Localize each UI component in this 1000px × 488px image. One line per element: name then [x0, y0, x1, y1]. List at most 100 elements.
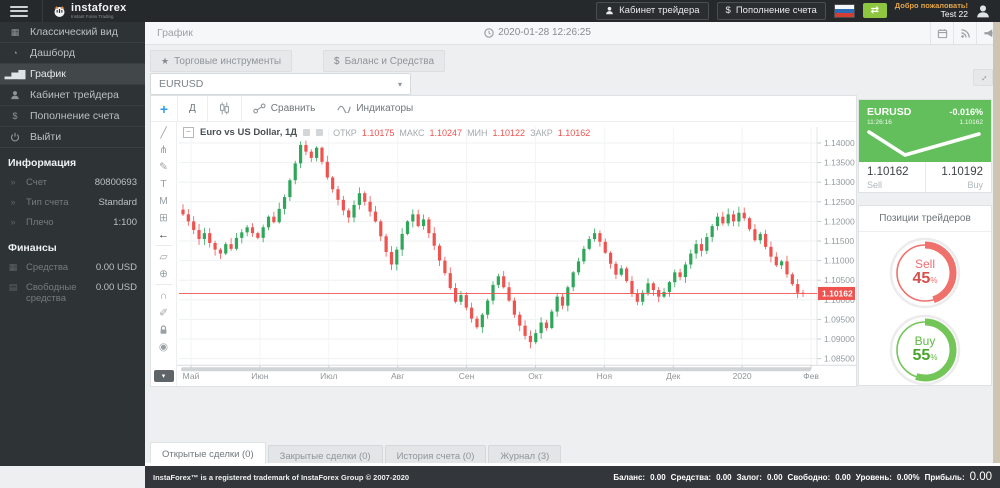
График-icon: ▂▅▇: [0, 69, 30, 80]
quote-symbol: EURUSD: [867, 106, 911, 119]
row-bullet-icon: »: [0, 177, 26, 187]
ohlc-value: 1.10247: [430, 128, 463, 138]
magnet-tool[interactable]: ∩: [151, 287, 176, 304]
sidebar-info-row: ▤Свободные средства0.00 USD: [0, 278, 145, 310]
sidebar-item-4[interactable]: $Пополнение счета: [0, 106, 145, 127]
x-axis-label: Июл: [320, 371, 337, 381]
chart-legend-title: Euro vs US Dollar, 1Д: [200, 127, 297, 138]
positions-title: Позиции трейдеров: [859, 206, 991, 232]
arrow-tool-tool[interactable]: ←: [151, 226, 176, 243]
stat-value: 0.00: [767, 473, 783, 482]
sidebar-info-row: »Счет80800693: [0, 173, 145, 193]
deposit-button[interactable]: $ Пополнение счета: [717, 2, 826, 20]
sell-price: 1.10162: [867, 166, 917, 180]
tool-divider: [156, 284, 172, 285]
xabcd-pattern-tool[interactable]: M: [151, 192, 176, 209]
sidebar-item-5[interactable]: Выйти: [0, 127, 145, 148]
row-bullet-icon: ▦: [0, 262, 26, 273]
last-price-tag: 1.10162: [822, 288, 853, 298]
logo-tagline: Instant Forex Trading: [71, 15, 127, 20]
crosshair-tool[interactable]: +: [151, 96, 178, 121]
sidebar-item-0[interactable]: ▦Классический вид: [0, 22, 145, 43]
x-axis-label: Май: [183, 371, 200, 381]
row-value: 1:100: [113, 217, 137, 228]
chart-scrollbar[interactable]: [181, 367, 811, 371]
chart-style-button[interactable]: [208, 96, 241, 121]
brush-tool[interactable]: ✎: [151, 158, 176, 175]
forecast-tool[interactable]: ⊞: [151, 209, 176, 226]
language-flag-button[interactable]: [834, 4, 855, 18]
buy-label: Buy: [934, 180, 984, 190]
sell-quote-button[interactable]: 1.10162 Sell: [859, 162, 925, 192]
quote-card: EURUSD -0.016% 11:26:16 1.10162 1.10162 …: [858, 99, 992, 193]
x-axis-label: Ноя: [597, 371, 613, 381]
trend-line-tool[interactable]: ╱: [151, 124, 176, 141]
datetime-text: 2020-01-28 12:26:25: [498, 27, 591, 38]
price-chart[interactable]: 1.140001.135001.130001.125001.120001.115…: [177, 121, 856, 386]
compare-button[interactable]: Сравнить: [242, 96, 327, 121]
pitchfork-tool[interactable]: ⋔: [151, 141, 176, 158]
ohlc-label: ЗАКР: [530, 128, 553, 138]
Выйти-icon: [0, 132, 30, 142]
legend-close-icon[interactable]: [316, 129, 323, 136]
trader-cabinet-button[interactable]: Кабинет трейдера: [596, 2, 708, 20]
drawing-lock-tool[interactable]: ✐: [151, 304, 176, 321]
sidebar-item-label: График: [30, 68, 66, 80]
crosshair-icon: +: [160, 101, 168, 117]
ruler-tool[interactable]: ▱: [151, 248, 176, 265]
interval-selector[interactable]: Д: [178, 96, 207, 121]
Классический вид-icon: ▦: [0, 27, 30, 38]
buy-quote-button[interactable]: 1.10192 Buy: [925, 162, 992, 192]
stat-label: Средства:: [671, 473, 711, 482]
eye-tool[interactable]: ◉: [151, 338, 176, 355]
symbol-select-value: EURUSD: [159, 78, 203, 90]
buy-gauge-unit: %: [930, 353, 937, 362]
sidebar-item-1[interactable]: ◔Дашборд: [0, 43, 145, 64]
sidebar-item-label: Пополнение счета: [30, 110, 120, 122]
ohlc-label: МИН: [467, 128, 487, 138]
indicators-button[interactable]: Индикаторы: [326, 96, 424, 121]
trading-instruments-button[interactable]: ★ Торговые инструменты: [150, 50, 292, 72]
legend-collapse-icon[interactable]: −: [183, 127, 194, 138]
legend-settings-icon[interactable]: [303, 129, 310, 136]
lock-tool[interactable]: [151, 321, 176, 338]
zoom-in-tool[interactable]: ⊕: [151, 265, 176, 282]
balance-funds-button[interactable]: $ Баланс и Средства: [323, 50, 445, 72]
instaforex-logo[interactable]: instaforex Instant Forex Trading: [53, 3, 127, 20]
indicators-wave-icon: [337, 104, 351, 113]
Пополнение счета-icon: $: [0, 111, 30, 121]
row-label: Тип счета: [26, 197, 98, 209]
sidebar-item-label: Кабинет трейдера: [30, 89, 119, 101]
sidebar-item-2[interactable]: ▂▅▇График: [0, 64, 145, 85]
y-axis-tick: 1.11000: [824, 256, 854, 266]
avatar-icon[interactable]: [976, 4, 990, 18]
x-axis-label: 2020: [733, 371, 752, 381]
stat-label: Прибыль:: [925, 473, 965, 482]
x-axis-label: Сен: [459, 371, 475, 381]
fullscreen-toggle-button[interactable]: ↔: [973, 69, 993, 86]
symbol-select[interactable]: EURUSD ▾: [150, 73, 411, 95]
tools-collapse-chevron[interactable]: ▾: [154, 370, 174, 382]
rss-icon[interactable]: [953, 22, 977, 44]
row-label: Средства: [26, 262, 96, 274]
menu-toggle-icon[interactable]: [10, 6, 28, 17]
text-tool-tool[interactable]: T: [151, 175, 176, 192]
row-label: Плечо: [26, 217, 113, 229]
stat-value: 0.00: [650, 473, 666, 482]
calendar-icon[interactable]: [930, 22, 954, 44]
page-scrollbar[interactable]: [993, 22, 1000, 466]
stat-value: 0.00: [716, 473, 732, 482]
buy-price: 1.10192: [934, 166, 984, 180]
account-stats: Баланс:0.00Средства:0.00Залог:0.00Свобод…: [613, 471, 992, 483]
interval-label: Д: [189, 103, 196, 114]
quote-change: -0.016%: [949, 107, 983, 118]
compare-label: Сравнить: [271, 103, 316, 114]
logo-text: instaforex: [71, 3, 127, 14]
deposit-label: Пополнение счета: [736, 5, 817, 16]
row-label: Свободные средства: [26, 282, 96, 306]
ohlc-value: 1.10122: [493, 128, 526, 138]
sell-label: Sell: [867, 180, 917, 190]
sidebar-item-3[interactable]: Кабинет трейдера: [0, 85, 145, 106]
chart-toolbar: + Д Сравнить: [151, 96, 856, 122]
swap-account-button[interactable]: ⇄: [863, 3, 887, 18]
